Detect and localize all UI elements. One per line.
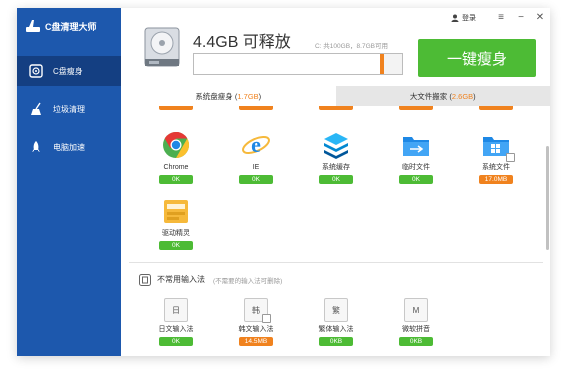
content-list: Chrome 0K e IE 0K 系统缓存 0K 临时文件 0K 系统文件 1…: [121, 106, 550, 356]
section-hint: (不需要的输入法可删除): [213, 278, 283, 285]
item-size-badge: 0K: [239, 175, 273, 184]
item-size-badge: 0K: [399, 175, 433, 184]
item-temp-files[interactable]: 临时文件 0K: [381, 130, 451, 184]
cut-badge: [479, 106, 513, 110]
sidebar-item-speedup[interactable]: 电脑加速: [17, 132, 121, 162]
app-window: C盘清理大师 C盘瘦身 垃圾清理 电脑加速 4.4GB 可释放 C: 共100G…: [17, 8, 550, 356]
scrolled-badges: [121, 106, 550, 111]
tab-system-slim[interactable]: 系统盘瘦身 (1.7GB): [121, 86, 336, 106]
sidebar-item-label: C盘瘦身: [53, 66, 83, 76]
item-checkbox[interactable]: [506, 153, 515, 162]
keyboard-key-icon: 韩: [244, 298, 271, 323]
keyboard-key-icon: 日: [164, 298, 188, 322]
header: 4.4GB 可释放 C: 共100GB，8.7GB可用 一键瘦身 登录 ≡ − …: [121, 8, 550, 86]
minimize-icon[interactable]: −: [514, 10, 528, 24]
item-size-badge: 0K: [159, 337, 193, 346]
disk-slim-icon: [29, 64, 43, 78]
item-name: 微软拼音: [402, 326, 430, 333]
sidebar-item-label: 垃圾清理: [53, 104, 85, 114]
rocket-icon: [32, 141, 40, 152]
item-size-badge: 14.5MB: [239, 337, 273, 346]
sidebar: C盘清理大师 C盘瘦身 垃圾清理 电脑加速: [17, 8, 121, 356]
menu-icon[interactable]: ≡: [494, 10, 508, 24]
user-icon: [451, 14, 459, 22]
sidebar-item-label: 电脑加速: [53, 142, 85, 152]
item-size-badge: 0K: [319, 175, 353, 184]
keyboard-key-icon: 繁: [324, 298, 348, 322]
login-button[interactable]: 登录: [451, 13, 476, 23]
cut-badge: [159, 106, 193, 110]
tab-large-file-move[interactable]: 大文件搬家 (2.6GB): [335, 86, 550, 106]
tab-size: 1.7GB: [237, 91, 259, 101]
tab-suffix: ): [473, 91, 476, 101]
driver-icon: [164, 200, 188, 223]
one-click-slim-button[interactable]: 一键瘦身: [418, 39, 536, 77]
item-size-badge: 17.0MB: [479, 175, 513, 184]
login-label: 登录: [462, 15, 476, 22]
item-size-badge: 0KB: [319, 337, 353, 346]
item-driver-genius[interactable]: 驱动精灵 0K: [141, 196, 211, 250]
item-system-files[interactable]: 系统文件 17.0MB: [461, 130, 531, 184]
item-ie[interactable]: e IE 0K: [221, 130, 291, 184]
app-title-text: C盘清理大师: [45, 21, 97, 32]
item-name: Chrome: [163, 164, 189, 171]
section-divider: [129, 262, 543, 263]
broom-logo-icon: [26, 20, 40, 32]
item-name: 日文输入法: [158, 326, 194, 333]
input-method-icon: [139, 274, 151, 286]
hard-disk-icon: [144, 27, 180, 67]
tab-label: 大文件搬家 (: [409, 91, 452, 101]
item-size-badge: 0KB: [399, 337, 433, 346]
scrollbar[interactable]: [546, 146, 549, 250]
item-korean-ime[interactable]: 韩 韩文输入法 14.5MB: [221, 298, 291, 346]
item-icon-wrap: [481, 130, 515, 162]
item-name: 韩文输入法: [238, 326, 274, 333]
folder-icon: [403, 137, 429, 156]
key-char: 韩: [252, 305, 260, 315]
tab-label: 系统盘瘦身 (: [195, 91, 238, 101]
disk-usage-fill: [194, 54, 384, 74]
disk-usage-bar: [193, 53, 403, 75]
close-icon[interactable]: ✕: [533, 10, 547, 24]
sidebar-item-junk-clean[interactable]: 垃圾清理: [17, 94, 121, 124]
sidebar-item-c-slim[interactable]: C盘瘦身: [17, 56, 121, 86]
tab-bar: 系统盘瘦身 (1.7GB) 大文件搬家 (2.6GB): [121, 86, 550, 106]
item-checkbox[interactable]: [262, 314, 271, 323]
ie-icon: e: [242, 132, 270, 157]
item-size-badge: 0K: [159, 175, 193, 184]
item-name: 繁体输入法: [318, 326, 354, 333]
section-title: 不常用输入法: [157, 275, 205, 284]
chrome-icon: [163, 131, 190, 159]
layers-icon: [324, 133, 348, 159]
item-chrome[interactable]: Chrome 0K: [141, 130, 211, 184]
item-japanese-ime[interactable]: 日 日文输入法 0K: [141, 298, 211, 346]
broom-icon: [31, 102, 41, 115]
item-system-cache[interactable]: 系统缓存 0K: [301, 130, 371, 184]
svg-text:e: e: [251, 132, 261, 157]
keyboard-key-icon: M: [404, 298, 428, 322]
item-traditional-ime[interactable]: 繁 繁体输入法 0KB: [301, 298, 371, 346]
cut-badge: [239, 106, 273, 110]
item-size-badge: 0K: [159, 241, 193, 250]
app-title: C盘清理大师: [25, 18, 97, 34]
cut-badge: [399, 106, 433, 110]
item-name: 系统文件: [482, 164, 510, 171]
item-name: 驱动精灵: [162, 230, 190, 237]
item-name: IE: [252, 164, 260, 171]
disk-info: C: 共100GB，8.7GB可用: [315, 43, 388, 50]
tab-suffix: ): [258, 91, 262, 101]
item-microsoft-pinyin[interactable]: M 微软拼音 0KB: [381, 298, 451, 346]
main-panel: 4.4GB 可释放 C: 共100GB，8.7GB可用 一键瘦身 登录 ≡ − …: [121, 8, 550, 356]
cut-badge: [319, 106, 353, 110]
item-name: 系统缓存: [322, 164, 350, 171]
tab-size: 2.6GB: [451, 91, 474, 101]
free-space-text: 4.4GB 可释放: [193, 34, 291, 51]
item-name: 临时文件: [402, 164, 430, 171]
